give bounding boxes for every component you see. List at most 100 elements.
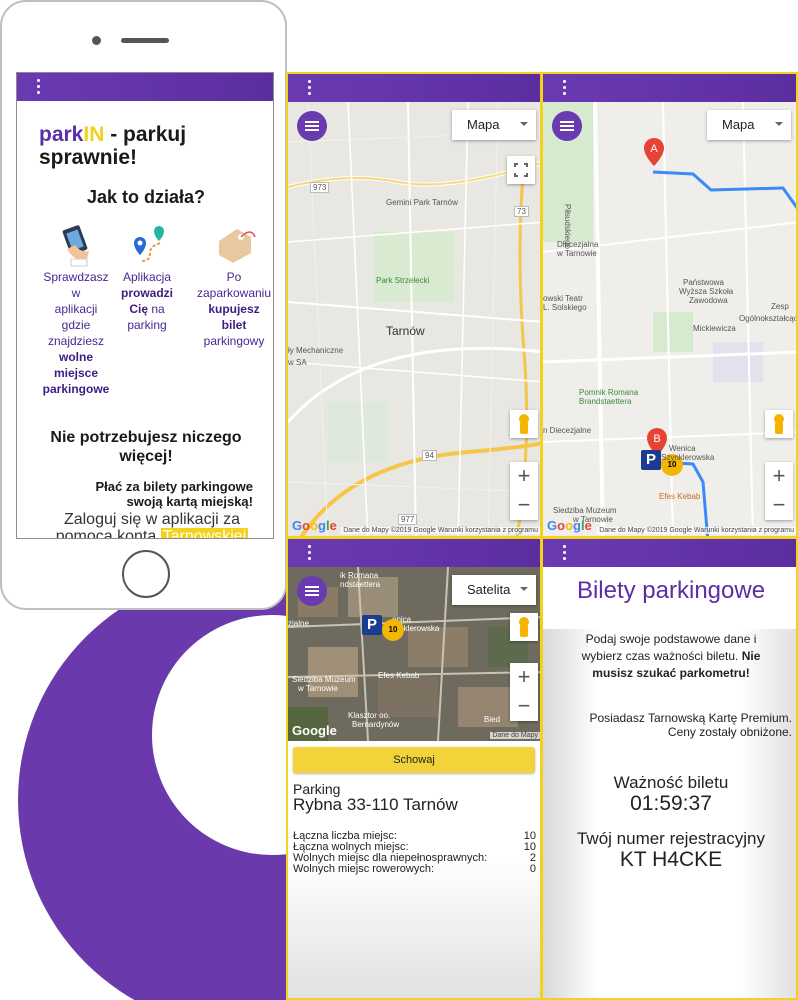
map-label: Wyższa Szkoła xyxy=(679,287,734,296)
map-overview-panel: Mapa Gemini Park Tarnów Park Strzelecki … xyxy=(286,72,542,538)
login-highlight: Tarnowskiej xyxy=(160,528,249,538)
map-label: Tarnów xyxy=(386,324,425,338)
premium-card-notice: Posiadasz Tarnowską Kartę Premium. Ceny … xyxy=(552,711,792,739)
zoom-in-button[interactable]: + xyxy=(510,462,538,491)
more-vert-icon[interactable] xyxy=(308,80,312,96)
satellite-map-view[interactable]: Satelita ik Romana ndstaettera zjalne en… xyxy=(288,567,540,741)
google-logo: Google xyxy=(292,518,337,533)
map-label: Gemini Park Tarnów xyxy=(386,198,458,207)
street-view-pegman-icon[interactable] xyxy=(510,410,538,438)
pay-line2: swoją kartą miejską! xyxy=(126,494,253,509)
map-type-select[interactable]: Mapa xyxy=(707,110,791,140)
parking-count-badge[interactable]: 10 xyxy=(382,619,404,641)
hero-title-suffix: - parkuj xyxy=(104,123,187,146)
menu-fab[interactable] xyxy=(552,111,582,141)
step1-bold: parkingowe xyxy=(42,382,110,396)
step2-text: na xyxy=(148,302,165,316)
login-text: Zaloguj się w aplikacji za pomocą konta … xyxy=(47,511,257,539)
how-it-works-title: Jak to działa? xyxy=(86,187,206,207)
step-navigate: Aplikacja prowadzi Cię na parking xyxy=(117,223,177,333)
app-bar xyxy=(17,73,273,101)
parking-p-icon[interactable]: P xyxy=(641,450,661,470)
step1-bold: miejsce xyxy=(53,366,99,380)
road-number: 973 xyxy=(310,182,330,193)
desc-line1: Podaj swoje podstawowe dane i xyxy=(585,632,757,646)
map-label: Szynklerowska xyxy=(661,453,715,462)
map-label: w SA xyxy=(288,358,307,367)
step3-text: parkingowy xyxy=(203,334,265,348)
map-label: Pomnik Romana xyxy=(579,388,639,397)
pay-with-card-text: Płać za bilety parkingowe swoją kartą mi… xyxy=(53,479,254,509)
step2-text: Aplikacja xyxy=(122,270,172,284)
validity-value: 01:59:37 xyxy=(630,792,712,815)
phone-speaker xyxy=(121,38,169,43)
desc-line2: wybierz czas ważności biletu. xyxy=(581,649,742,663)
map-type-value: Satelita xyxy=(467,582,511,597)
route-pin-icon xyxy=(117,223,177,269)
map-label: Mickiewicza xyxy=(693,324,736,333)
menu-fab[interactable] xyxy=(297,576,327,606)
phone-home-button[interactable] xyxy=(122,550,170,598)
dropdown-caret-icon xyxy=(520,122,528,126)
map-label: Brandstaettera xyxy=(579,397,632,406)
map-attribution[interactable]: Dane do Mapy ©2019 Google Warunki korzys… xyxy=(341,527,540,534)
svg-text:B: B xyxy=(653,433,660,445)
street-view-pegman-icon[interactable] xyxy=(510,613,538,641)
premium-line1: Posiadasz Tarnowską Kartę Premium. xyxy=(589,711,792,725)
zoom-out-button[interactable]: − xyxy=(510,692,538,721)
dropdown-caret-icon xyxy=(775,122,783,126)
map-roads xyxy=(288,102,540,536)
parking-stats: Łączna liczba miejsc: 10 Łączna wolnych m… xyxy=(293,831,536,875)
map-route-panel: Mapa A B P 10 Piłsudskiego Diecezjalna w… xyxy=(541,72,798,538)
phone-mockup: parkIN - parkuj sprawnie! Jak to działa?… xyxy=(0,0,287,610)
step1-text: aplikacji xyxy=(54,302,98,316)
zoom-control[interactable]: + − xyxy=(510,462,538,520)
zoom-control[interactable]: + − xyxy=(765,462,793,520)
more-vert-icon[interactable] xyxy=(563,545,567,561)
more-vert-icon[interactable] xyxy=(308,545,312,561)
map-label: Bernardynów xyxy=(352,720,400,729)
stat-value: 0 xyxy=(529,863,536,875)
map-view[interactable]: Mapa Gemini Park Tarnów Park Strzelecki … xyxy=(288,102,540,536)
map-label: Park Strzelecki xyxy=(376,276,430,285)
tickets-title: Bilety parkingowe xyxy=(576,577,766,604)
zoom-out-button[interactable]: − xyxy=(765,491,793,520)
registration-label: Twój numer rejestracyjny xyxy=(576,829,765,848)
login-line2: pomocą konta xyxy=(55,528,161,539)
hero-title-line2: sprawnie! xyxy=(39,146,138,169)
zoom-in-button[interactable]: + xyxy=(765,462,793,491)
stat-label: Wolnych miejsc rowerowych: xyxy=(293,863,435,875)
map-attribution[interactable]: Dane do Mapy ©2019 Google Warunki korzys… xyxy=(597,527,796,534)
map-type-select[interactable]: Satelita xyxy=(452,575,536,605)
zoom-control[interactable]: + − xyxy=(510,663,538,721)
zoom-in-button[interactable]: + xyxy=(510,663,538,692)
map-label: Zawodowa xyxy=(689,296,728,305)
map-view[interactable]: Mapa A B P 10 Piłsudskiego Diecezjalna w… xyxy=(543,102,796,536)
hide-button[interactable]: Schowaj xyxy=(293,747,535,773)
road-number: 977 xyxy=(398,514,418,525)
zoom-out-button[interactable]: − xyxy=(510,491,538,520)
street-view-pegman-icon[interactable] xyxy=(765,410,793,438)
map-label: ndstaettera xyxy=(340,580,381,589)
marker-a-icon[interactable]: A xyxy=(643,138,665,168)
map-label: Efes Kebab xyxy=(378,671,420,680)
map-label: n Diecezjalne xyxy=(543,426,592,435)
fullscreen-icon[interactable] xyxy=(507,156,535,184)
bottom-fade xyxy=(288,858,540,998)
svg-text:A: A xyxy=(650,143,658,155)
map-attribution[interactable]: Dane do Mapy xyxy=(490,732,540,739)
menu-fab[interactable] xyxy=(297,111,327,141)
parking-p-icon[interactable]: P xyxy=(362,615,382,635)
more-vert-icon[interactable] xyxy=(563,80,567,96)
registration-value: KT H4CKE xyxy=(619,848,723,871)
validity-label: Ważność biletu xyxy=(613,773,729,792)
premium-line2: Ceny zostały obniżone. xyxy=(667,725,792,739)
map-label: Zesp xyxy=(771,302,789,311)
map-label: ły Mechaniczne xyxy=(288,346,344,355)
step1-text: gdzie xyxy=(61,318,91,332)
map-type-select[interactable]: Mapa xyxy=(452,110,536,140)
map-label: w Tarnowie xyxy=(557,249,597,258)
more-vert-icon[interactable] xyxy=(37,79,41,95)
phone-hand-icon xyxy=(41,223,111,269)
map-label: Diecezjalna xyxy=(557,240,599,249)
